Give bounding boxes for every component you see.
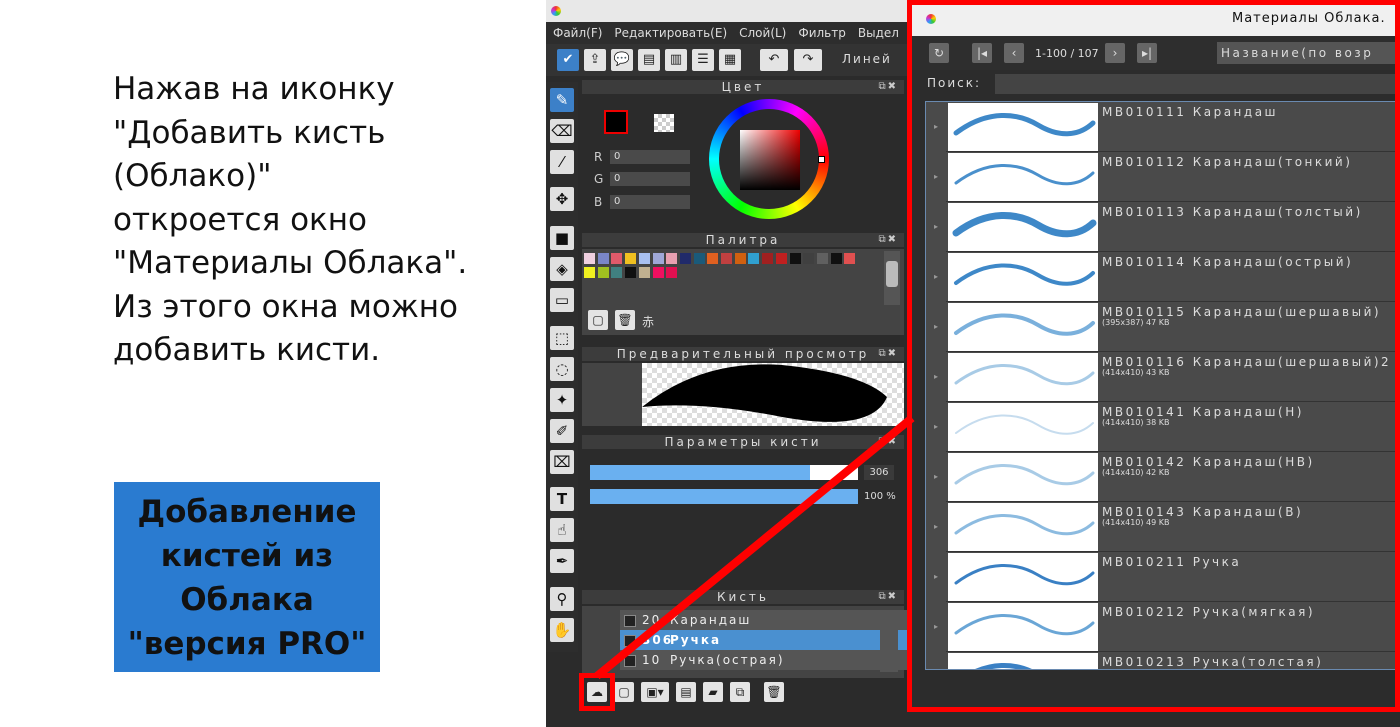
connector-line — [594, 414, 915, 680]
